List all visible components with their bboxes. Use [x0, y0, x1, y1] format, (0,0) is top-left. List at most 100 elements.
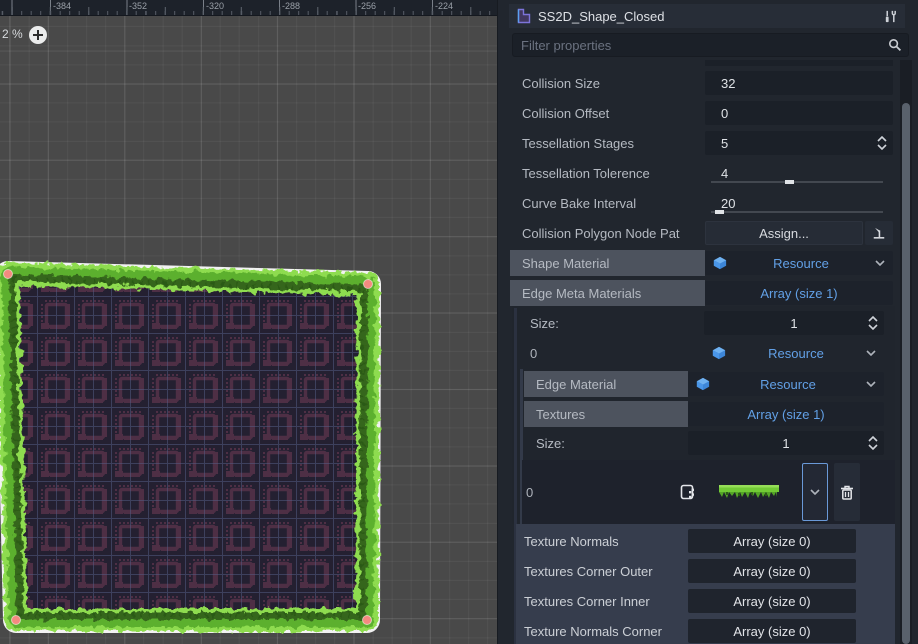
textures-corner-inner-array-button[interactable]: Array (size 0)	[688, 589, 856, 613]
texture-normals-array-button[interactable]: Array (size 0)	[688, 529, 856, 553]
ss2d-shape[interactable]	[0, 0, 497, 644]
property-label: Texture Normals Corner	[524, 624, 662, 639]
trash-icon	[840, 485, 854, 500]
slider-grabber[interactable]	[715, 210, 724, 214]
ruler-label: -384	[53, 1, 71, 11]
property-label: Collision Size	[522, 76, 600, 91]
ruler-label: -224	[435, 1, 453, 11]
clipped-row-remnant	[705, 60, 893, 66]
property-label: Edge Material	[536, 377, 616, 392]
property-value[interactable]: 4	[705, 166, 728, 181]
property-row-collision-size: Collision Size 32	[510, 68, 893, 98]
edge-meta-materials-array-button[interactable]: Array (size 1)	[705, 281, 893, 305]
zoom-in-button[interactable]	[29, 26, 47, 44]
collision-offset-field[interactable]: 0	[705, 101, 893, 125]
spin-updown-icon[interactable]	[868, 316, 878, 330]
chevron-down-icon	[875, 260, 885, 266]
curve-bake-interval-slider[interactable]: 20	[705, 191, 893, 215]
horizontal-ruler: -384 -352 -320 -288 -256 -224	[0, 0, 497, 16]
property-label: Tessellation Tolerence	[522, 166, 650, 181]
tessellation-stages-spinner[interactable]: 5	[705, 131, 893, 155]
viewport-2d[interactable]: -384 -352 -320 -288 -256 -224 2 %	[0, 0, 497, 644]
textures-corner-outer-array-button[interactable]: Array (size 0)	[688, 559, 856, 583]
ruler-label: -320	[206, 1, 224, 11]
meta-item-control: Resource	[704, 341, 884, 365]
resource-cube-icon	[696, 377, 710, 391]
property-row-tessellation-tolerence: Tessellation Tolerence 4	[510, 158, 893, 188]
inspector-header: SS2D_Shape_Closed	[509, 4, 905, 28]
property-row-textures-corner-outer: Textures Corner Outer Array (size 0)	[516, 556, 895, 586]
delete-texture-item-button[interactable]	[834, 463, 860, 521]
property-label: Collision Polygon Node Pat	[522, 226, 680, 241]
filter-properties-input[interactable]	[519, 37, 888, 54]
handle-top-right[interactable]	[364, 280, 373, 289]
textures-control: Array (size 1)	[688, 402, 884, 426]
array-size-value[interactable]: 1	[704, 316, 884, 331]
edge-material-subrows-panel: Texture Normals Array (size 0) Textures …	[516, 524, 895, 644]
property-row-collision-polygon-node-path: Collision Polygon Node Pat Assign...	[510, 218, 893, 248]
handle-bottom-right[interactable]	[363, 616, 372, 625]
pick-node-icon	[872, 226, 886, 240]
property-label: Edge Meta Materials	[522, 286, 641, 301]
inspector-scrollbar-thumb[interactable]	[902, 103, 910, 644]
chevron-down-icon	[866, 381, 876, 387]
resource-cube-icon	[713, 256, 727, 270]
property-label: Texture Normals	[524, 534, 619, 549]
array-size-row: Size: 1	[524, 428, 892, 458]
grass-texture-preview[interactable]	[718, 484, 780, 500]
filter-properties-box[interactable]	[512, 33, 909, 57]
texture-item-dropdown[interactable]	[802, 463, 828, 521]
edge-meta-materials-control: Array (size 1)	[705, 281, 893, 305]
ruler-label: -288	[282, 1, 300, 11]
shape-material-resource-dropdown[interactable]: Resource	[705, 251, 893, 275]
tessellation-tolerence-slider[interactable]: 4	[705, 161, 893, 185]
property-row-texture-normals-corner: Texture Normals Corner Array (size 0)	[516, 616, 895, 644]
texture-normals-corner-array-button[interactable]: Array (size 0)	[688, 619, 856, 643]
slider-grabber[interactable]	[785, 180, 794, 184]
handle-bottom-left[interactable]	[12, 616, 21, 625]
array-item-row: 0 Resource	[518, 338, 892, 368]
array-size-spinner[interactable]: 1	[704, 311, 884, 335]
pick-node-button[interactable]	[865, 221, 893, 245]
edge-meta-resource-dropdown[interactable]: Resource	[704, 341, 884, 365]
property-value[interactable]: 32	[705, 76, 735, 91]
property-label: Collision Offset	[522, 106, 609, 121]
spin-updown-icon[interactable]	[877, 136, 887, 150]
property-label: Textures	[536, 407, 585, 422]
array-index-label: 0	[522, 485, 672, 500]
slider-track[interactable]	[711, 181, 883, 183]
property-row-edge-meta-materials: Edge Meta Materials Array (size 1)	[510, 278, 893, 308]
array-size-label: Size:	[536, 436, 565, 451]
handle-top-left[interactable]	[4, 270, 13, 279]
edit-resource-icon[interactable]	[680, 484, 696, 500]
resource-name: Resource	[735, 256, 867, 271]
node-path-control: Assign...	[705, 221, 893, 245]
array-size-value[interactable]: 1	[688, 436, 884, 451]
property-row-tessellation-stages: Tessellation Stages 5	[510, 128, 893, 158]
property-value[interactable]: 0	[705, 106, 728, 121]
array-size-spinner[interactable]: 1	[688, 431, 884, 455]
property-value[interactable]: 5	[705, 136, 728, 151]
chevron-down-icon	[810, 489, 820, 495]
textures-array-button[interactable]: Array (size 1)	[688, 402, 884, 426]
assign-node-path-button[interactable]: Assign...	[705, 221, 863, 245]
slider-track[interactable]	[711, 211, 883, 213]
spin-updown-icon[interactable]	[868, 436, 878, 450]
property-value[interactable]: 20	[705, 196, 735, 211]
tools-icon[interactable]	[883, 9, 898, 24]
resource-name: Resource	[734, 346, 858, 361]
property-row-edge-material: Edge Material Resource	[524, 369, 892, 399]
texture-array-item-row: 0	[522, 460, 895, 524]
edge-material-control: Resource	[688, 372, 884, 396]
edge-material-resource-dropdown[interactable]: Resource	[688, 372, 884, 396]
array-size-label: Size:	[530, 316, 559, 331]
property-row-texture-normals: Texture Normals Array (size 0)	[516, 526, 895, 556]
resource-name: Resource	[718, 377, 858, 392]
search-icon	[888, 38, 902, 52]
inspector-dock: SS2D_Shape_Closed Collision Size	[497, 0, 918, 644]
array-index-label: 0	[530, 346, 537, 361]
ruler-label: -256	[358, 1, 376, 11]
zoom-level: 2 %	[2, 27, 23, 41]
collision-size-field[interactable]: 32	[705, 71, 893, 95]
property-label: Textures Corner Outer	[524, 564, 653, 579]
